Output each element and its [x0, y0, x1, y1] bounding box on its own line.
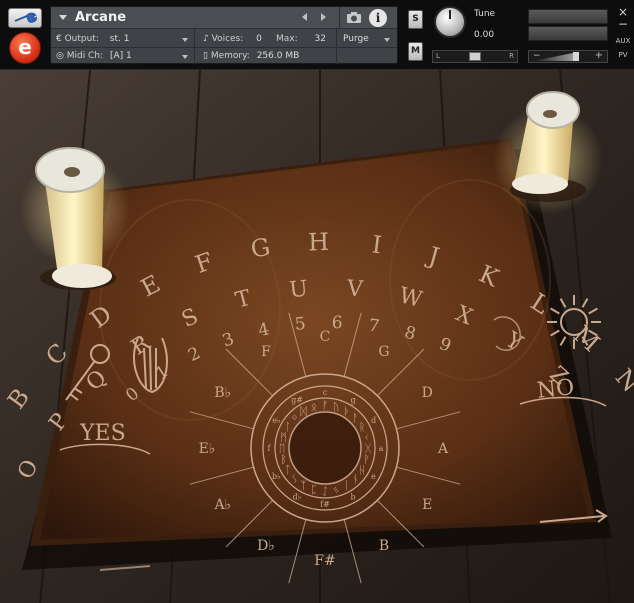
voices-icon: ♪	[203, 34, 212, 44]
instrument-panel: Arcane i € Output: st. 1 ♪ Voices: 0 Max…	[50, 6, 398, 64]
output-dropdown-arrow-icon[interactable]	[182, 38, 188, 42]
title-row: Arcane i	[51, 7, 397, 29]
rune-glyph: ᚺ	[359, 464, 366, 477]
rune-glyph: ᛁ	[343, 479, 350, 492]
rune-glyph: ᚢ	[333, 401, 340, 414]
rune-glyph: ᛜ	[291, 412, 298, 425]
camera-icon	[347, 12, 361, 23]
board-letter: V	[345, 276, 365, 302]
major-key-label[interactable]: F	[261, 344, 271, 360]
edit-button[interactable]: e	[9, 32, 41, 64]
collapse-arrow-icon[interactable]	[59, 15, 67, 20]
pan-slider[interactable]: L R	[432, 50, 518, 63]
wrench-icon	[14, 12, 38, 23]
minor-key-label[interactable]: a	[379, 444, 384, 453]
minor-key-label[interactable]: e	[371, 472, 376, 481]
rune-glyph: ᚾ	[352, 472, 359, 485]
aux-button[interactable]: AUX	[614, 36, 632, 46]
minor-key-label[interactable]: b	[350, 493, 355, 502]
output-selector[interactable]: € Output: st. 1	[56, 31, 129, 48]
major-key-label[interactable]: A	[437, 441, 449, 457]
major-key-label[interactable]: C	[320, 329, 331, 345]
purge-menu[interactable]: Purge	[343, 31, 369, 48]
major-key-label[interactable]: E♭	[199, 441, 216, 457]
rune-glyph: ᛞ	[300, 405, 307, 418]
minor-key-label[interactable]: g#	[291, 396, 303, 405]
minor-key-label[interactable]: d♭	[293, 493, 302, 502]
rune-glyph: ᛖ	[279, 442, 286, 455]
voices-display: ♪ Voices: 0	[203, 34, 262, 44]
rune-glyph: ᛈ	[311, 484, 318, 497]
prev-arrow-icon[interactable]	[302, 13, 307, 21]
pan-handle[interactable]	[469, 52, 481, 61]
rune-glyph: ᛉ	[300, 479, 307, 492]
pv-button[interactable]: PV	[614, 50, 632, 60]
minor-key-label[interactable]: c	[323, 388, 328, 397]
board-letter: U	[288, 277, 309, 304]
tune-label: Tune	[474, 9, 496, 19]
ouija-board: ABCDEF G H I JKLMN OPQRST U V WXYZ 0123 4 5 6 7 89 Y…	[0, 70, 634, 603]
rune-glyph: ᚦ	[343, 405, 350, 418]
instrument-artwork: ABCDEFGHIJKLMN OPQRSTUVWXYZ 0123456789 Y…	[0, 70, 634, 603]
midi-icon: ◎	[56, 51, 67, 61]
rune-glyph: ᚠ	[322, 399, 329, 412]
major-key-label[interactable]: F#	[314, 553, 335, 569]
rune-glyph: ᛒ	[280, 453, 287, 466]
solo-button[interactable]: S	[408, 10, 423, 29]
wrench-button[interactable]	[8, 8, 42, 28]
minor-key-label[interactable]: d	[371, 416, 376, 425]
output-icon: €	[56, 34, 65, 44]
next-arrow-icon[interactable]	[321, 13, 326, 21]
level-meter-left	[528, 9, 608, 24]
max-voices[interactable]: Max: 32	[276, 31, 326, 48]
yes-label: YES	[79, 421, 126, 446]
major-key-label[interactable]: E	[422, 497, 432, 513]
major-key-label[interactable]: A♭	[213, 497, 231, 513]
minimize-icon[interactable]: −	[614, 18, 632, 30]
rune-glyph: ᛃ	[333, 484, 340, 497]
board-number: 5	[294, 314, 307, 335]
purge-dropdown-arrow-icon[interactable]	[384, 38, 390, 42]
major-key-label[interactable]: B♭	[214, 385, 231, 401]
minor-key-label[interactable]: e♭	[272, 416, 281, 425]
minor-key-label[interactable]: b♭	[272, 472, 281, 481]
instrument-header: e Arcane i € Output: st. 1 ♪ Voices: 0 M…	[0, 0, 634, 70]
logo-column: e	[5, 5, 45, 65]
instrument-name[interactable]: Arcane	[75, 10, 126, 25]
midi-dropdown-arrow-icon[interactable]	[182, 55, 188, 59]
board-number: 6	[331, 313, 342, 333]
minor-key-label[interactable]: g	[350, 396, 355, 405]
knob-indicator	[449, 10, 451, 19]
major-key-label[interactable]: B	[379, 538, 389, 554]
memory-icon: ▯	[203, 51, 211, 61]
minor-key-label[interactable]: f#	[320, 500, 330, 509]
window-controls: × − AUX PV	[614, 6, 632, 60]
info-icon[interactable]: i	[369, 9, 387, 27]
rune-glyph: ᛚ	[284, 421, 291, 434]
mute-button[interactable]: M	[408, 42, 423, 61]
rune-glyph: ᚨ	[352, 412, 359, 425]
tune-knob[interactable]	[434, 6, 466, 38]
major-key-label[interactable]: G	[378, 344, 389, 360]
tune-value[interactable]: 0.00	[474, 30, 494, 40]
major-key-label[interactable]: D♭	[257, 538, 275, 554]
midi-channel-selector[interactable]: ◎ Midi Ch: [A] 1	[56, 48, 132, 65]
rune-glyph: ᛟ	[311, 401, 318, 414]
level-meter-right	[528, 26, 608, 41]
memory-display: ▯ Memory: 256.0 MB	[203, 51, 300, 61]
rune-glyph: ᛊ	[291, 472, 298, 485]
volume-slider[interactable]: − +	[528, 50, 608, 63]
board-letter: H	[308, 228, 330, 257]
major-key-label[interactable]: D	[422, 385, 433, 401]
snapshot-button[interactable]	[339, 7, 367, 29]
rune-glyph: ᛇ	[322, 485, 329, 498]
volume-handle[interactable]	[573, 52, 579, 61]
